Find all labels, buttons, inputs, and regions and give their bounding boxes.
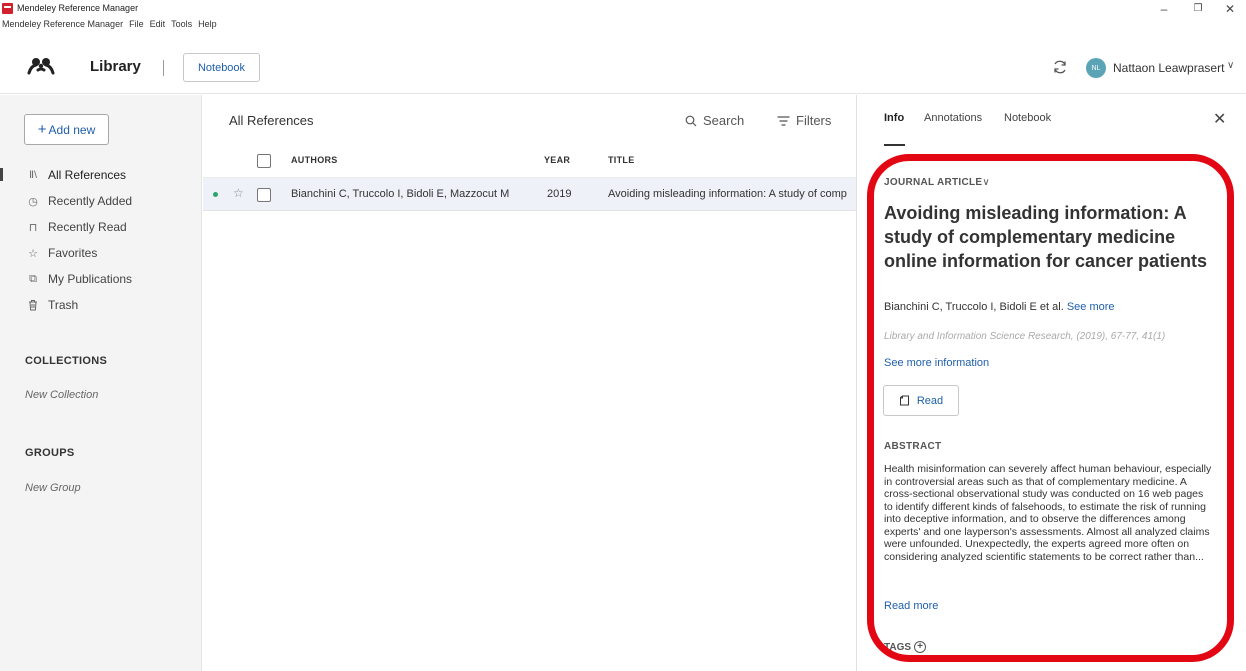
article-authors: Bianchini C, Truccolo I, Bidoli E et al.…	[884, 301, 1115, 313]
maximize-button[interactable]: ❐	[1190, 3, 1206, 15]
tab-notebook[interactable]: Notebook	[1004, 112, 1051, 124]
new-group-link[interactable]: New Group	[25, 482, 81, 494]
close-panel-icon[interactable]: ✕	[1213, 109, 1226, 129]
active-nav-indicator	[0, 168, 3, 181]
article-type-label: JOURNAL ARTICLE	[884, 177, 983, 188]
app-header: Library Notebook NL Nattaon Leawprasert …	[0, 40, 1246, 94]
user-name[interactable]: Nattaon Leawprasert	[1113, 61, 1224, 75]
read-more-link[interactable]: Read more	[884, 600, 938, 612]
notebook-button[interactable]: Notebook	[183, 53, 260, 82]
read-label: Read	[916, 394, 944, 407]
abstract-heading: ABSTRACT	[884, 441, 942, 452]
row-authors: Bianchini C, Truccolo I, Bidoli E, Mazzo…	[291, 188, 510, 200]
active-tab-indicator	[884, 144, 905, 146]
column-year[interactable]: YEAR	[544, 155, 570, 165]
search-label: Search	[703, 113, 745, 128]
article-citation: Library and Information Science Research…	[884, 331, 1166, 342]
see-more-information-link[interactable]: See more information	[884, 357, 989, 369]
chevron-down-icon[interactable]: ∨	[1227, 60, 1234, 71]
favorite-star-icon[interactable]: ☆	[233, 186, 244, 200]
menu-file[interactable]: File	[129, 19, 144, 33]
minimize-button[interactable]: –	[1156, 3, 1172, 15]
sidebar-item-label: All References	[48, 168, 127, 182]
article-type-dropdown[interactable]: JOURNAL ARTICLE∨	[884, 177, 990, 188]
window-titlebar: Mendeley Reference Manager – ❐ ✕	[0, 0, 1246, 18]
plus-icon: +	[37, 120, 47, 138]
sidebar: + Add new Ⅱ\ All References ◷ Recently A…	[0, 95, 202, 671]
sidebar-item-trash[interactable]: Trash	[8, 294, 198, 316]
details-panel: Info Annotations Notebook ✕ JOURNAL ARTI…	[856, 95, 1246, 671]
collections-heading: COLLECTIONS	[25, 355, 108, 367]
menu-tools[interactable]: Tools	[171, 19, 192, 33]
sidebar-item-favorites[interactable]: ☆ Favorites	[8, 242, 198, 264]
star-icon: ☆	[28, 247, 38, 260]
chevron-down-icon: ∨	[982, 177, 991, 188]
sidebar-item-label: Recently Added	[48, 194, 133, 208]
window-title: Mendeley Reference Manager	[17, 3, 139, 13]
sidebar-item-my-publications[interactable]: ⧉ My Publications	[8, 268, 198, 290]
menu-app[interactable]: Mendeley Reference Manager	[2, 19, 123, 33]
table-row[interactable]: ☆ Bianchini C, Truccolo I, Bidoli E, Maz…	[203, 178, 856, 211]
trash-icon	[25, 297, 41, 313]
sync-icon[interactable]	[1052, 59, 1068, 75]
menu-help[interactable]: Help	[198, 19, 217, 33]
open-document-icon	[899, 395, 909, 406]
bookmark-icon: ⊓	[28, 221, 38, 234]
sidebar-item-recently-read[interactable]: ⊓ Recently Read	[8, 216, 198, 238]
mendeley-app-icon	[2, 3, 13, 14]
column-title[interactable]: TITLE	[608, 155, 635, 165]
sidebar-item-recently-added[interactable]: ◷ Recently Added	[8, 190, 198, 212]
user-avatar[interactable]: NL	[1086, 58, 1106, 78]
column-authors[interactable]: AUTHORS	[291, 155, 338, 165]
sidebar-item-label: My Publications	[48, 272, 133, 286]
row-year: 2019	[547, 188, 572, 200]
add-tag-icon[interactable]: +	[914, 641, 927, 653]
sidebar-item-label: Recently Read	[48, 220, 127, 234]
header-divider	[163, 60, 164, 76]
search-icon	[685, 115, 697, 126]
list-title: All References	[229, 113, 314, 128]
tab-annotations[interactable]: Annotations	[924, 112, 982, 124]
row-title: Avoiding misleading information: A study…	[608, 188, 847, 200]
add-new-button[interactable]: + Add new	[24, 114, 109, 145]
sidebar-item-label: Favorites	[48, 246, 98, 260]
new-collection-link[interactable]: New Collection	[25, 389, 98, 401]
read-button[interactable]: Read	[883, 385, 959, 416]
search-button[interactable]: Search	[685, 113, 744, 128]
menu-bar: Mendeley Reference Manager File Edit Too…	[2, 19, 217, 33]
clock-icon: ◷	[28, 195, 38, 208]
add-new-label: Add new	[48, 122, 96, 137]
tab-info[interactable]: Info	[884, 112, 904, 124]
publications-icon: ⧉	[29, 272, 37, 285]
menu-edit[interactable]: Edit	[150, 19, 166, 33]
filters-button[interactable]: Filters	[777, 113, 831, 128]
filter-icon	[777, 115, 790, 126]
reference-list: All References Search Filters AUTHORS YE…	[203, 95, 856, 671]
row-checkbox[interactable]	[257, 188, 271, 202]
close-window-button[interactable]: ✕	[1222, 3, 1238, 15]
tags-heading: TAGS	[884, 641, 912, 653]
filters-label: Filters	[796, 113, 832, 128]
sidebar-item-all-references[interactable]: Ⅱ\ All References	[8, 164, 198, 186]
article-title[interactable]: Avoiding misleading information: A study…	[884, 201, 1214, 273]
tags-section: TAGS +	[884, 641, 927, 653]
see-more-authors-link[interactable]: See more	[1067, 301, 1115, 313]
groups-heading: GROUPS	[25, 447, 75, 459]
library-title: Library	[90, 58, 141, 75]
abstract-text: Health misinformation can severely affec…	[884, 463, 1212, 563]
library-books-icon: Ⅱ\	[29, 169, 37, 181]
select-all-checkbox[interactable]	[257, 154, 271, 168]
authors-text: Bianchini C, Truccolo I, Bidoli E et al.	[884, 301, 1064, 313]
sidebar-item-label: Trash	[48, 298, 79, 312]
unread-dot-icon	[213, 192, 218, 197]
mendeley-logo-icon[interactable]	[27, 57, 55, 75]
